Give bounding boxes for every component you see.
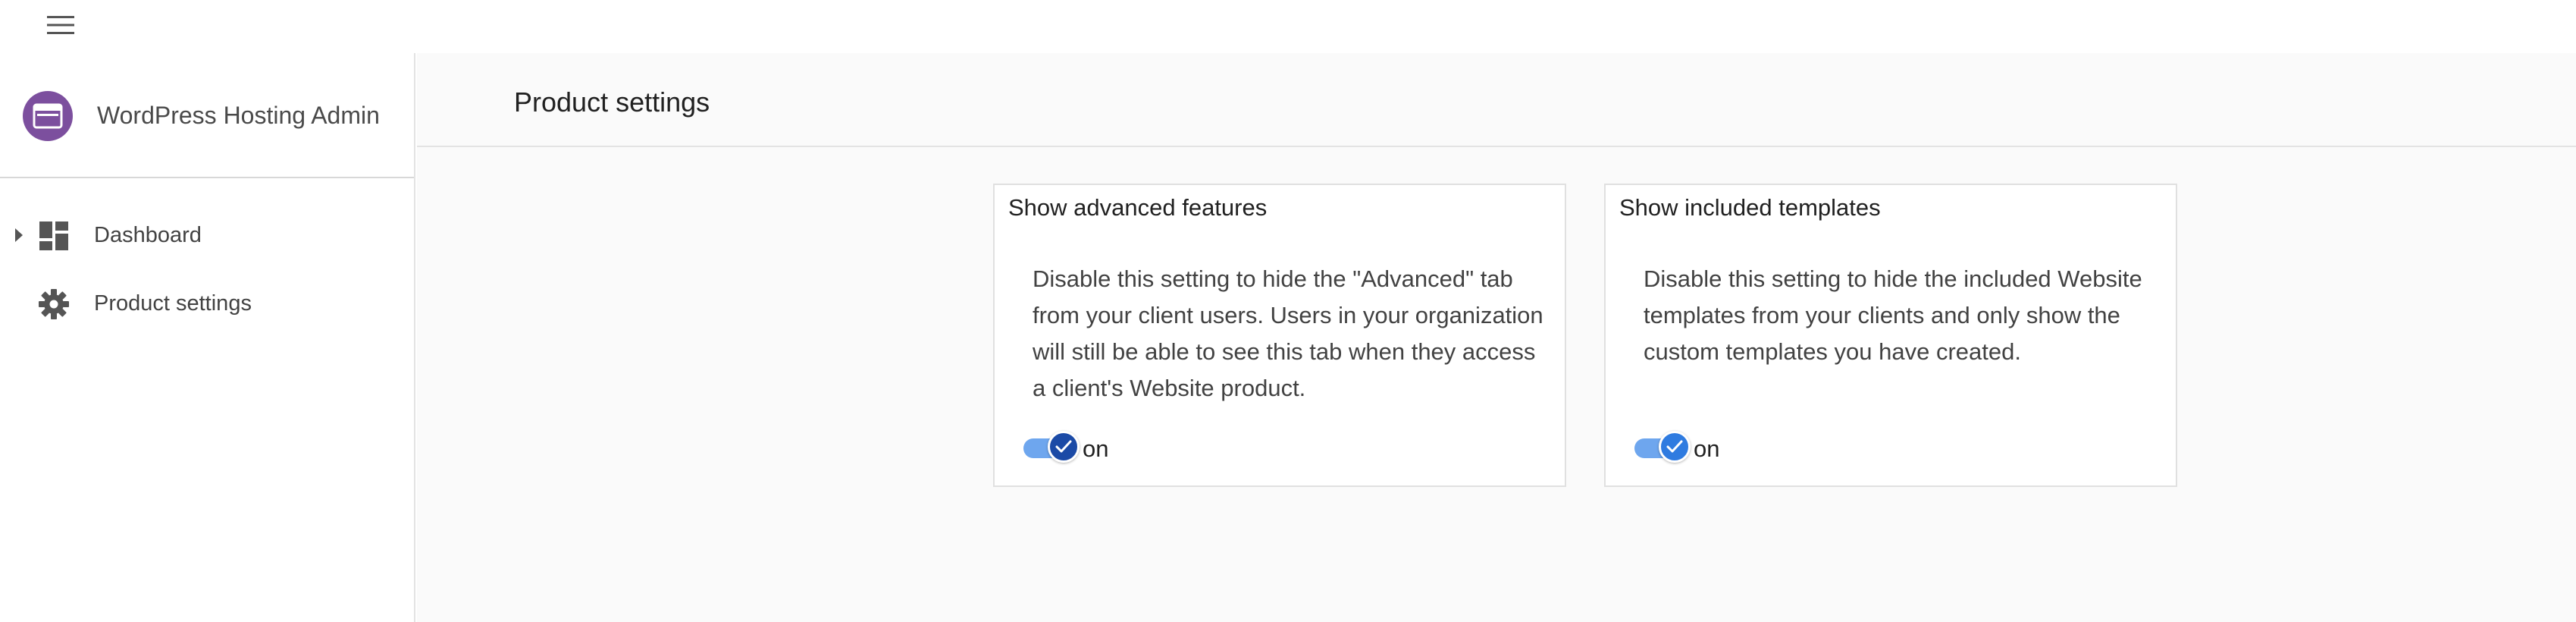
hamburger-menu-icon [47,16,74,34]
card-description: Disable this setting to hide the include… [1644,265,2142,365]
page-title: Product settings [514,86,710,118]
card-description: Disable this setting to hide the "Advanc… [1033,265,1543,401]
brand-logo [23,91,73,141]
checkmark-icon [1055,440,1072,453]
toggle-state-label: on [1694,435,1720,462]
toggle-state-label: on [1083,435,1109,462]
setting-card-included-templates: Show included templates Disable this set… [1604,184,2177,487]
sidebar-item-label: Dashboard [94,223,202,247]
main-content: Product settings Show advanced features … [417,53,2576,622]
toggle-thumb[interactable] [1048,431,1080,463]
browser-window-icon [33,103,63,129]
card-title: Show included templates [1619,194,1881,221]
toggle-thumb[interactable] [1659,431,1691,463]
sidebar-item-label: Product settings [94,291,252,316]
gear-icon [39,289,69,319]
top-app-bar [0,0,2576,53]
app-title: WordPress Hosting Admin [97,102,380,129]
menu-button[interactable] [44,12,77,38]
brand-header: WordPress Hosting Admin [0,53,414,178]
sidebar-item-dashboard[interactable]: Dashboard [0,205,414,265]
card-title: Show advanced features [1008,194,1268,221]
sidebar: WordPress Hosting Admin Dashboard Produc… [0,53,415,622]
advanced-features-toggle[interactable] [1020,431,1081,466]
page-header: Product settings [417,53,2576,147]
included-templates-toggle[interactable] [1631,431,1692,466]
sidebar-item-product-settings[interactable]: Product settings [0,273,414,334]
setting-card-advanced-features: Show advanced features Disable this sett… [993,184,1566,487]
checkmark-icon [1666,440,1683,453]
dashboard-icon [39,221,68,250]
caret-right-icon[interactable] [14,227,24,243]
